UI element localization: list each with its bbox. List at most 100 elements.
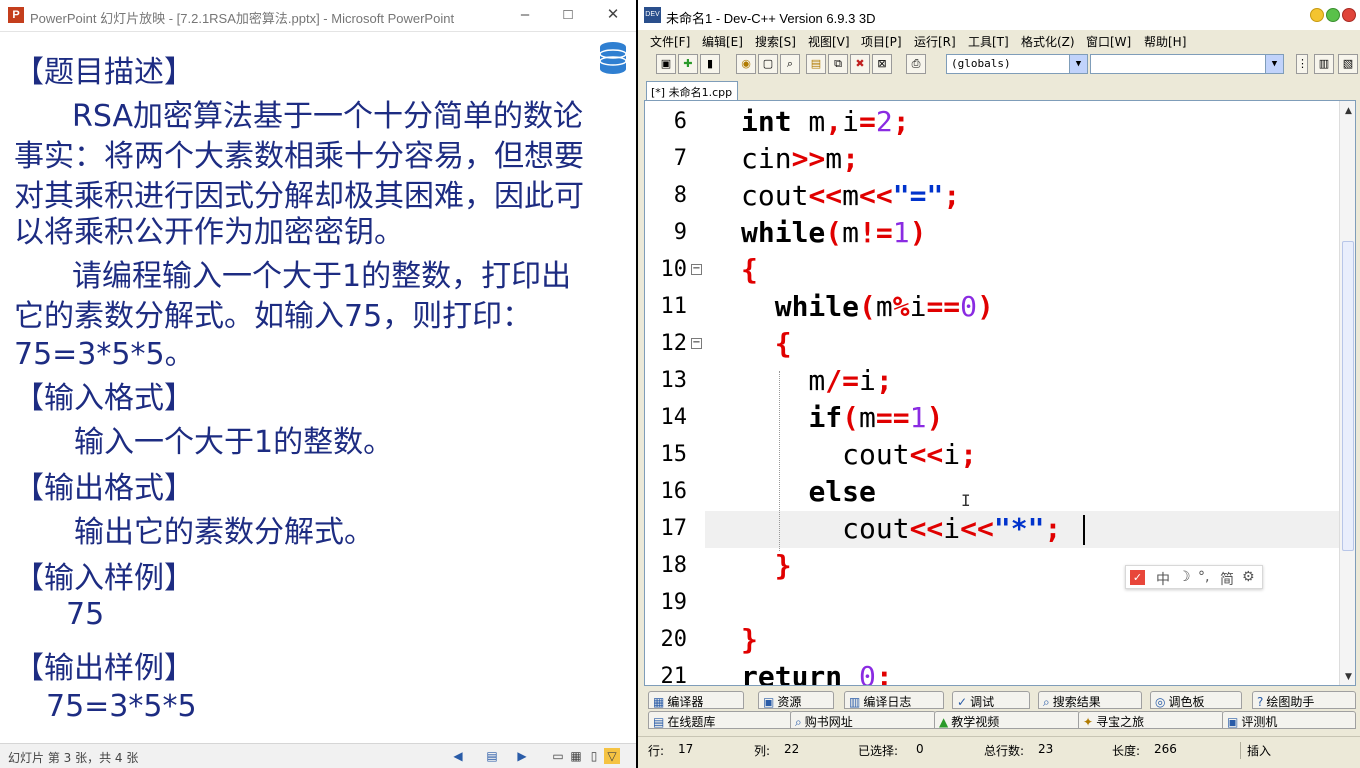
menu-view[interactable]: 视图[V]: [808, 33, 850, 50]
menu-help[interactable]: 帮助[H]: [1144, 33, 1186, 50]
code-line[interactable]: }: [741, 547, 792, 584]
tab-debug[interactable]: ✓ 调试: [952, 691, 1030, 709]
menu-search[interactable]: 搜索[S]: [755, 33, 796, 50]
code-line[interactable]: else: [741, 473, 875, 510]
menu-run[interactable]: 运行[R]: [914, 33, 956, 50]
add-file-icon[interactable]: ✚: [678, 54, 698, 74]
code-editor[interactable]: 6 7 8 9 10−11 12−13 14 15 16 17 18 19 20 21 int m,i=2…: [644, 100, 1356, 686]
code-line[interactable]: while(m!=1): [741, 214, 926, 251]
code-line[interactable]: {: [741, 251, 758, 288]
ime-punctuation[interactable]: °,: [1198, 569, 1209, 585]
minimize-button[interactable]: [1310, 8, 1324, 22]
previous-slide-icon[interactable]: ◀: [450, 748, 466, 764]
code-token: !=: [859, 216, 893, 249]
code-line[interactable]: cout<<i<<"*";: [741, 510, 1061, 547]
normal-view-icon[interactable]: ▭: [550, 748, 566, 764]
tab-book-store[interactable]: ⌕ 购书网址: [790, 711, 936, 729]
menu-window[interactable]: 窗口[W]: [1086, 33, 1131, 50]
tab-online-problems[interactable]: ▤ 在线题库: [648, 711, 792, 729]
more-tools-icon[interactable]: ▧: [1338, 54, 1358, 74]
code-line[interactable]: int m,i=2;: [741, 103, 910, 140]
tab-compiler[interactable]: ▦ 编译器: [648, 691, 744, 709]
code-token: m: [825, 142, 843, 175]
remove-file-icon[interactable]: ▮: [700, 54, 720, 74]
save-icon[interactable]: ▤: [806, 54, 826, 74]
menu-tools[interactable]: 工具[T]: [968, 33, 1009, 50]
menu-file[interactable]: 文件[F]: [650, 33, 690, 50]
minimize-button[interactable]: –: [510, 4, 540, 26]
code-line[interactable]: cout<<i;: [741, 436, 977, 473]
slide-menu-icon[interactable]: ▤: [484, 748, 500, 764]
ime-logo-icon[interactable]: ✓: [1130, 570, 1145, 585]
code-token: >>: [791, 142, 826, 175]
menu-bar: 文件[F] 编辑[E] 搜索[S] 视图[V] 项目[P] 运行[R] 工具[T…: [638, 30, 1360, 50]
tab-palette[interactable]: ◎ 调色板: [1150, 691, 1242, 709]
scroll-down-icon[interactable]: ▼: [1340, 669, 1355, 685]
ime-halfwidth-icon[interactable]: ☽: [1178, 569, 1191, 585]
tab-teaching-video[interactable]: ▲ 教学视频: [934, 711, 1080, 729]
code-token: cout: [741, 179, 809, 212]
save-all-icon[interactable]: ⧉: [828, 54, 848, 74]
tab-judge[interactable]: ▣ 评测机: [1222, 711, 1356, 729]
reading-view-icon[interactable]: ▯: [586, 748, 602, 764]
devcpp-title-bar[interactable]: DEV 未命名1 - Dev-C++ Version 6.9.3 3D: [638, 0, 1360, 30]
menu-project[interactable]: 项目[P]: [861, 33, 902, 50]
slide-sorter-icon[interactable]: ▦: [568, 748, 584, 764]
globals-select[interactable]: (globals) ▼: [946, 54, 1088, 74]
code-line[interactable]: {: [741, 325, 792, 362]
wand-icon: ✦: [1083, 715, 1094, 729]
menu-format[interactable]: 格式化(Z): [1021, 33, 1075, 50]
bottom-panel-tabs: ▦ 编译器 ▣ 资源 ▥ 编译日志 ✓ 调试 ⌕ 搜索结果 ◎ 调色板 ? 绘图助手: [638, 690, 1360, 710]
maximize-button[interactable]: □: [553, 4, 583, 26]
next-slide-icon[interactable]: ▶: [514, 748, 530, 764]
tab-label: 绘图助手: [1266, 695, 1315, 709]
print-icon[interactable]: ⎙: [906, 54, 926, 74]
chevron-down-icon[interactable]: ▼: [1265, 55, 1283, 73]
code-line[interactable]: cout<<m<<"=";: [741, 177, 960, 214]
ime-toolbar[interactable]: ✓ 中 ☽ °, 简 ⚙: [1125, 565, 1263, 589]
scrollbar-thumb[interactable]: [1342, 241, 1354, 551]
new-project-icon[interactable]: ▣: [656, 54, 676, 74]
code-token: cin: [741, 142, 792, 175]
open-file-icon[interactable]: ⌕: [780, 54, 800, 74]
slide-heading-description: 【题目描述】: [14, 55, 194, 90]
tab-search-results[interactable]: ⌕ 搜索结果: [1038, 691, 1142, 709]
code-line[interactable]: while(m%i==0): [741, 288, 994, 325]
menu-edit[interactable]: 编辑[E]: [702, 33, 743, 50]
code-line[interactable]: m/=i;: [741, 362, 893, 399]
tab-drawing-assistant[interactable]: ? 绘图助手: [1252, 691, 1356, 709]
new-file-icon[interactable]: ▢: [758, 54, 778, 74]
search-icon: ⌕: [1043, 695, 1050, 709]
scroll-up-icon[interactable]: ▲: [1340, 103, 1355, 119]
code-area[interactable]: int m,i=2; cin>>m; cout<<m<<"="; while(m!=1…: [645, 101, 1339, 685]
code-line[interactable]: cin>>m;: [741, 140, 859, 177]
ime-mode-chinese[interactable]: 中: [1156, 569, 1170, 589]
compile-icon[interactable]: ◉: [736, 54, 756, 74]
slide-text-line: 请编程输入一个大于1的整数，打印出: [72, 259, 572, 294]
slideshow-view-icon[interactable]: ▽: [604, 748, 620, 764]
chevron-down-icon[interactable]: ▼: [1069, 55, 1087, 73]
powerpoint-title-bar[interactable]: P PowerPoint 幻灯片放映 - [7.2.1RSA加密算法.pptx]…: [0, 0, 636, 32]
code-line[interactable]: return 0;: [741, 658, 893, 685]
slide-content[interactable]: 【题目描述】 RSA加密算法基于一个十分简单的数论 事实：将两个大素数相乘十分容…: [0, 33, 636, 743]
tab-compile-log[interactable]: ▥ 编译日志: [844, 691, 944, 709]
tab-untitled1[interactable]: [*] 未命名1.cpp: [646, 81, 738, 100]
function-select[interactable]: ▼: [1090, 54, 1284, 74]
vertical-scrollbar[interactable]: ▲ ▼: [1339, 101, 1355, 685]
close-button[interactable]: ✕: [598, 4, 628, 26]
maximize-button[interactable]: [1326, 8, 1340, 22]
code-line[interactable]: }: [741, 621, 758, 658]
code-token: ;: [875, 364, 893, 397]
tab-treasure-hunt[interactable]: ✦ 寻宝之旅: [1078, 711, 1224, 729]
compile-run-icon[interactable]: ▥: [1314, 54, 1334, 74]
bottom-panel-tabs-row2: ▤ 在线题库 ⌕ 购书网址 ▲ 教学视频 ✦ 寻宝之旅 ▣ 评测机: [638, 710, 1360, 730]
ime-settings-icon[interactable]: ⚙: [1242, 569, 1255, 585]
close-button[interactable]: [1342, 8, 1356, 22]
close-file-icon[interactable]: ✖: [850, 54, 870, 74]
tab-resources[interactable]: ▣ 资源: [758, 691, 834, 709]
close-all-icon[interactable]: ⊠: [872, 54, 892, 74]
code-line[interactable]: if(m==1): [741, 399, 943, 436]
ime-simplified[interactable]: 简: [1220, 569, 1234, 589]
